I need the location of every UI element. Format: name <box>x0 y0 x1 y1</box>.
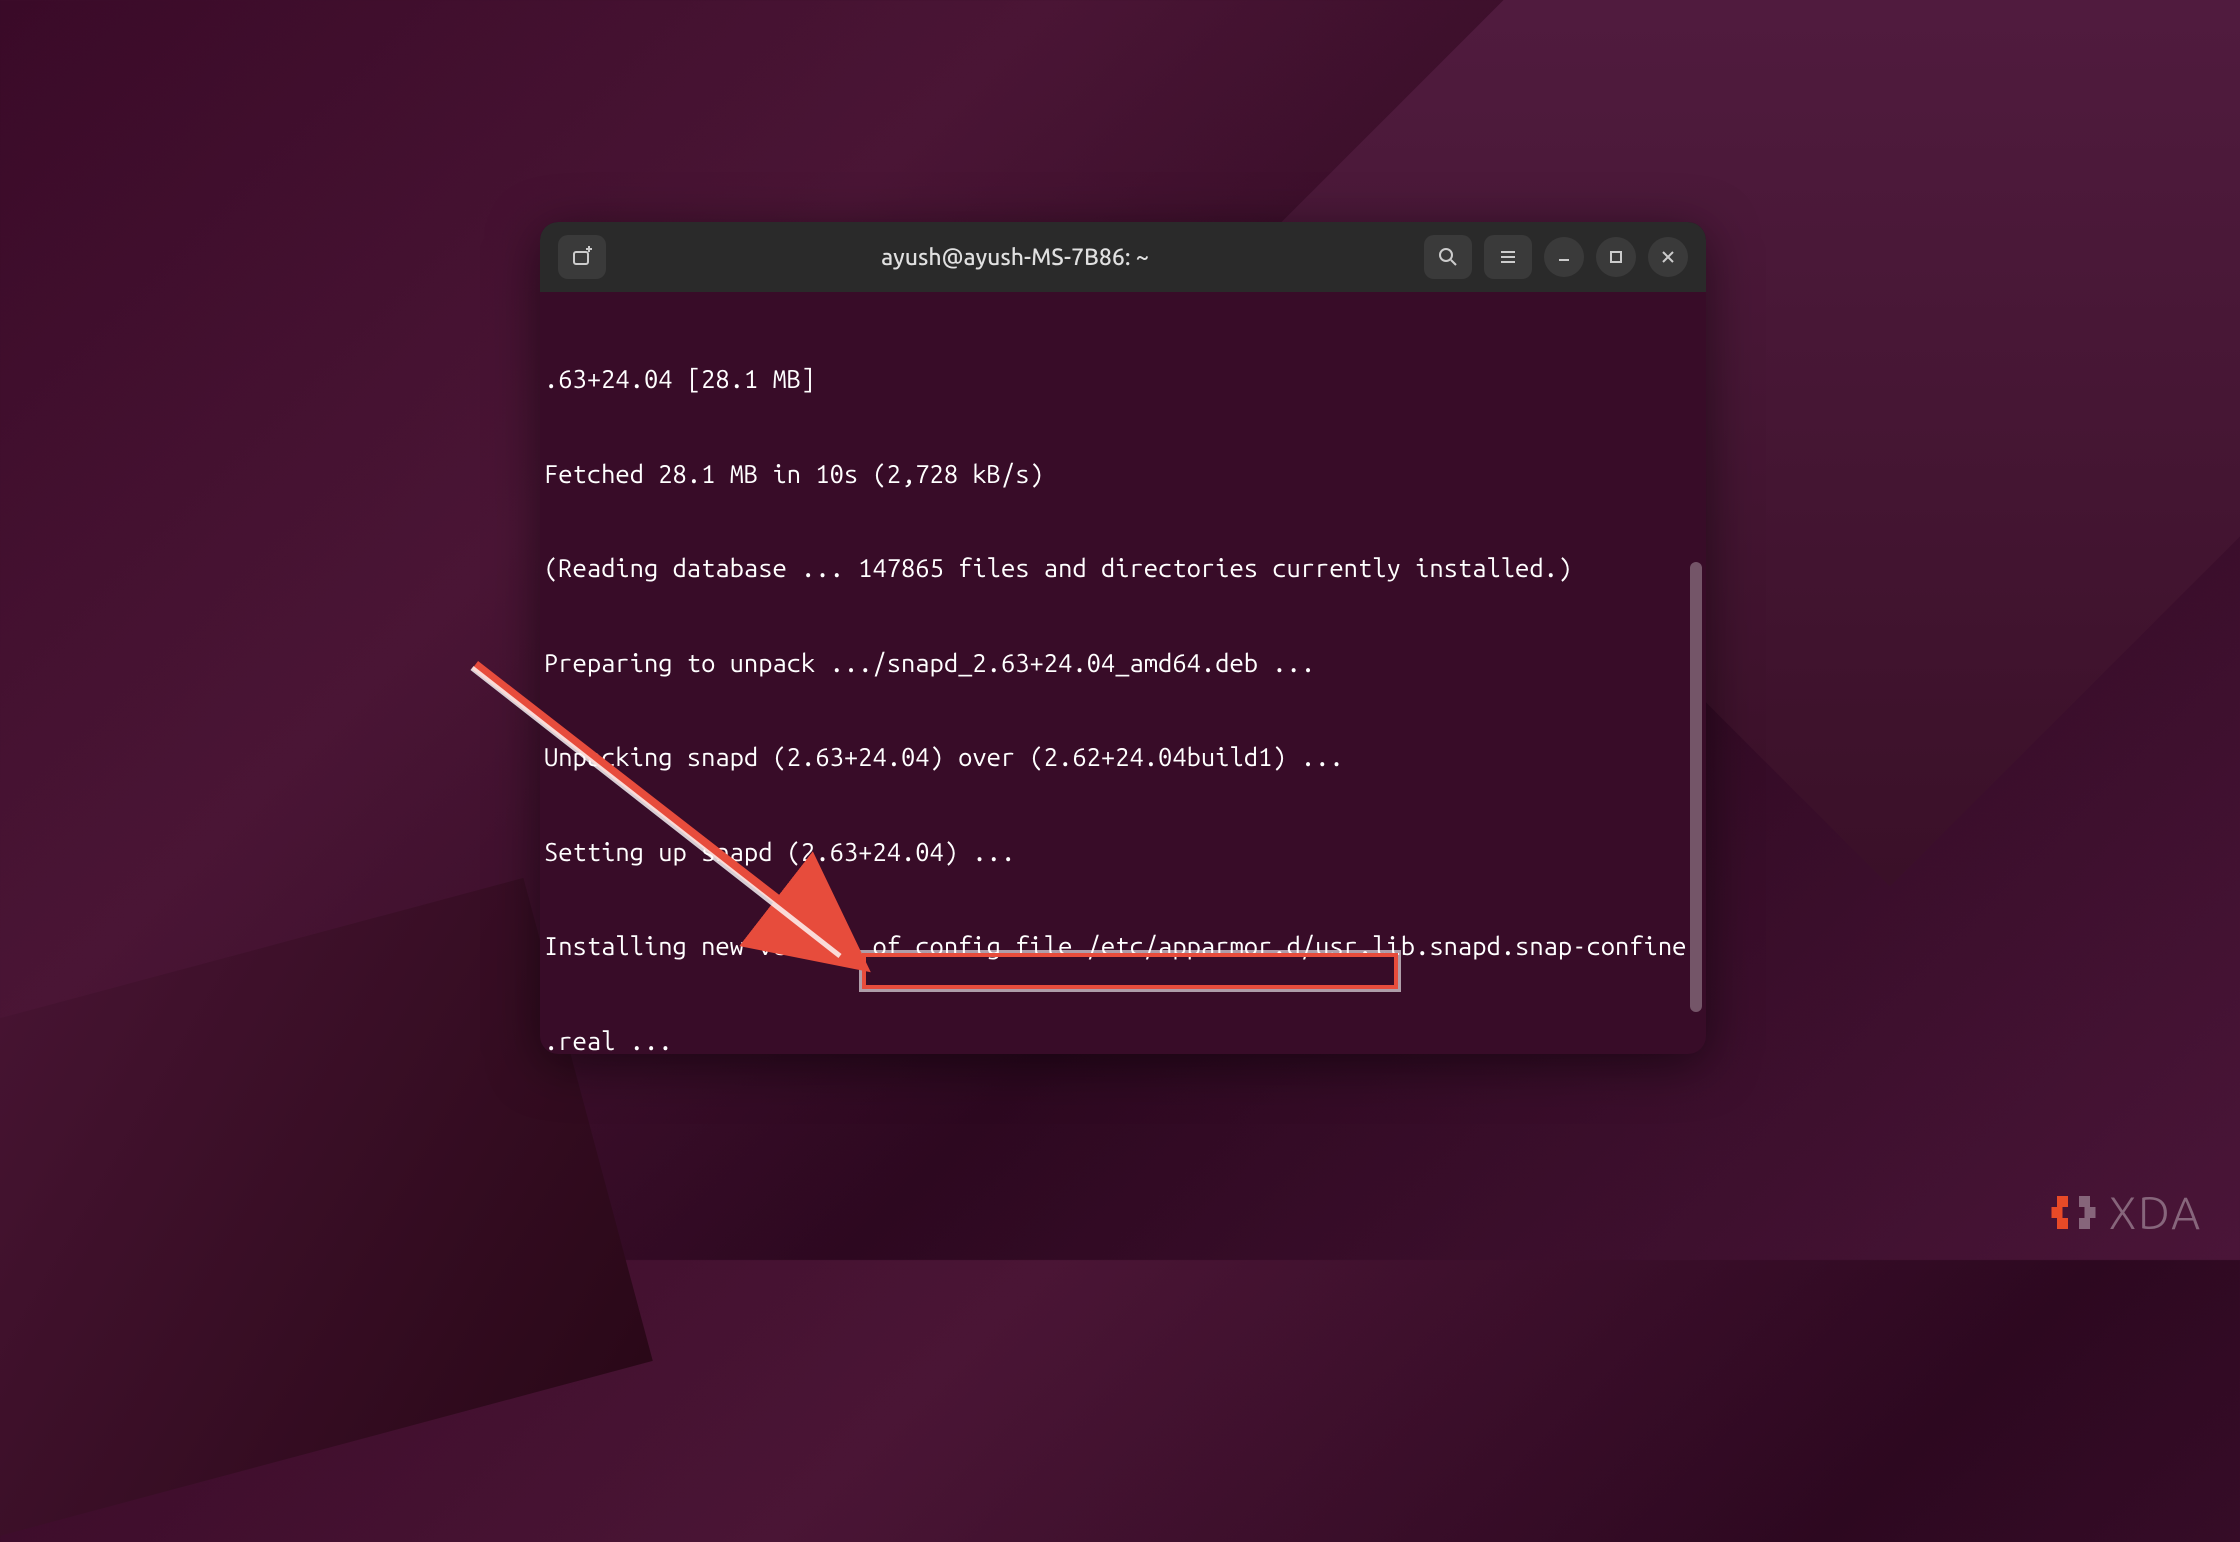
minimize-button[interactable] <box>1544 237 1584 277</box>
menu-button[interactable] <box>1484 235 1532 279</box>
watermark-text: XDA <box>2109 1187 2202 1238</box>
search-button[interactable] <box>1424 235 1472 279</box>
titlebar-right <box>1424 235 1688 279</box>
close-button[interactable] <box>1648 237 1688 277</box>
terminal-output-line: Installing new version of config file /e… <box>540 930 1706 962</box>
window-titlebar: ayush@ayush-MS-7B86: ~ <box>540 222 1706 292</box>
search-icon <box>1438 247 1458 267</box>
terminal-output-line: Unpacking snapd (2.63+24.04) over (2.62+… <box>540 741 1706 773</box>
watermark-icon <box>2046 1185 2101 1240</box>
terminal-output-line: Setting up snapd (2.63+24.04) ... <box>540 836 1706 868</box>
new-tab-button[interactable] <box>558 235 606 279</box>
new-tab-icon <box>570 245 594 269</box>
watermark: XDA <box>2046 1185 2202 1240</box>
terminal-output-line: Preparing to unpack .../snapd_2.63+24.04… <box>540 647 1706 679</box>
titlebar-left <box>558 235 606 279</box>
terminal-output-line: .63+24.04 [28.1 MB] <box>540 363 1706 395</box>
hamburger-icon <box>1498 247 1518 267</box>
maximize-icon <box>1609 250 1623 264</box>
terminal-output-line: (Reading database ... 147865 files and d… <box>540 552 1706 584</box>
terminal-content[interactable]: .63+24.04 [28.1 MB] Fetched 28.1 MB in 1… <box>540 292 1706 1054</box>
minimize-icon <box>1557 250 1571 264</box>
maximize-button[interactable] <box>1596 237 1636 277</box>
terminal-window: ayush@ayush-MS-7B86: ~ <box>540 222 1706 1054</box>
terminal-scrollbar[interactable] <box>1690 562 1702 1012</box>
terminal-output-line: Fetched 28.1 MB in 10s (2,728 kB/s) <box>540 458 1706 490</box>
close-icon <box>1661 250 1675 264</box>
terminal-output-line: .real ... <box>540 1025 1706 1055</box>
window-title: ayush@ayush-MS-7B86: ~ <box>606 245 1424 270</box>
